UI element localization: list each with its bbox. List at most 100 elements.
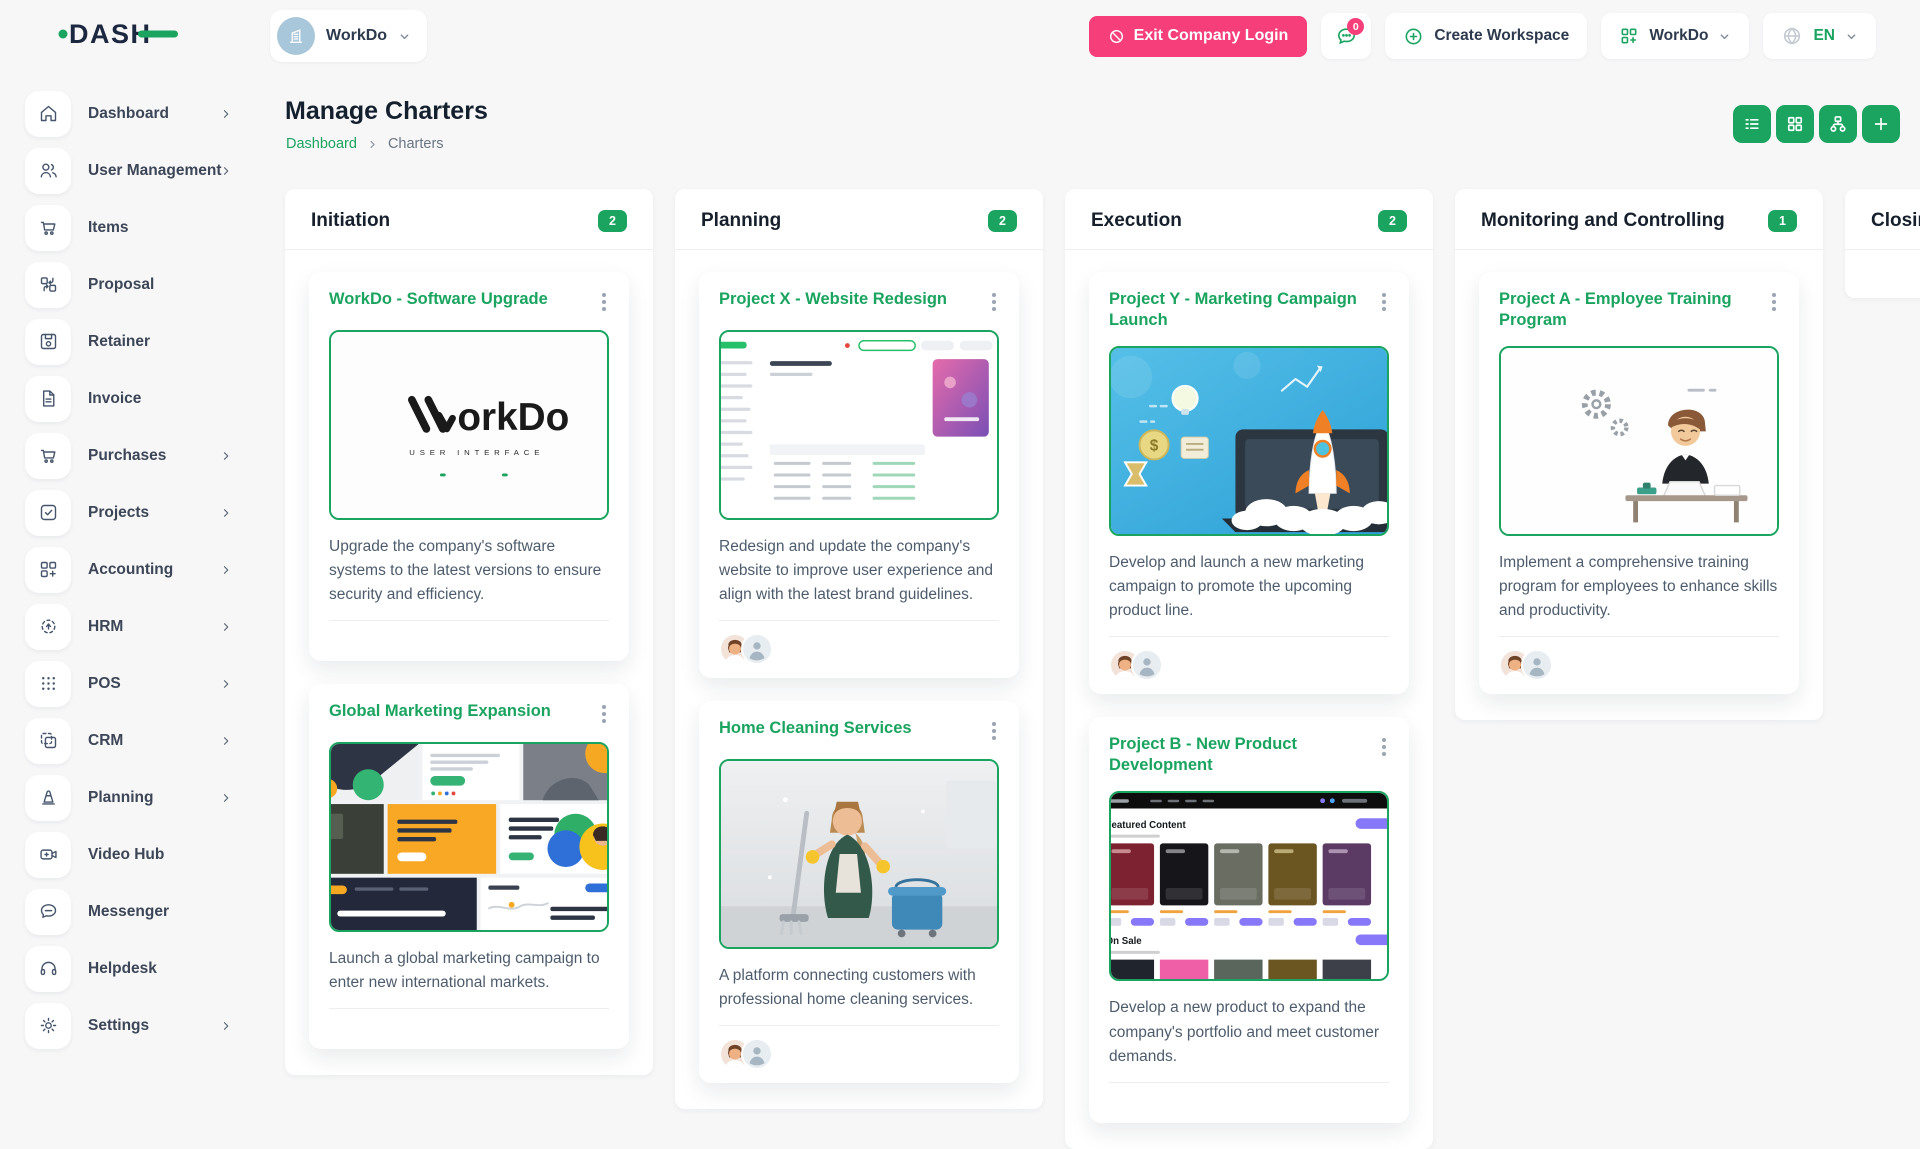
charter-title[interactable]: Project X - Website Redesign	[719, 289, 957, 310]
charter-title[interactable]: Home Cleaning Services	[719, 718, 922, 739]
chevron-right-icon	[220, 507, 232, 519]
company-selector[interactable]: WorkDo	[270, 10, 427, 62]
language-selector[interactable]: EN	[1763, 13, 1876, 59]
avatar-placeholder	[741, 1038, 773, 1070]
charter-card[interactable]: Project A - Employee Training Program Im…	[1479, 272, 1799, 694]
assignee-avatars	[1499, 648, 1779, 681]
divider	[719, 1025, 999, 1026]
sidebar-item-video-hub[interactable]: Video Hub	[0, 826, 270, 883]
column-count-badge: 1	[1768, 210, 1797, 232]
cart-icon	[25, 205, 71, 251]
svg-text:$: $	[1150, 438, 1159, 455]
card-menu-button[interactable]	[1379, 289, 1389, 315]
sidebar-item-invoice[interactable]: Invoice	[0, 370, 270, 427]
charter-image	[719, 759, 999, 949]
card-menu-button[interactable]	[599, 289, 609, 315]
card-footer-spacer	[329, 621, 609, 648]
charter-title[interactable]: Global Marketing Expansion	[329, 701, 561, 722]
exit-company-login-button[interactable]: Exit Company Login	[1089, 16, 1308, 57]
charter-image: $	[1109, 346, 1389, 536]
divider	[1499, 636, 1779, 637]
language-code: EN	[1813, 27, 1835, 45]
card-menu-button[interactable]	[1769, 289, 1779, 315]
charter-title[interactable]: Project B - New Product Development	[1109, 734, 1379, 776]
charter-description: Implement a comprehensive training progr…	[1499, 551, 1779, 623]
list-view-button[interactable]	[1733, 105, 1771, 143]
sidebar-item-messenger[interactable]: Messenger	[0, 883, 270, 940]
sidebar-item-proposal[interactable]: Proposal	[0, 256, 270, 313]
sidebar-item-retainer[interactable]: Retainer	[0, 313, 270, 370]
sidebar-item-user-management[interactable]: User Management	[0, 142, 270, 199]
charter-card[interactable]: Home Cleaning Services A platform connec…	[699, 701, 1019, 1083]
home-icon	[25, 91, 71, 137]
sidebar-item-label: Proposal	[88, 276, 154, 294]
hierarchy-view-button[interactable]	[1819, 105, 1857, 143]
sidebar-item-items[interactable]: Items	[0, 199, 270, 256]
charter-card[interactable]: Project Y - Marketing Campaign Launch $ …	[1089, 272, 1409, 694]
charter-card[interactable]: Project X - Website Redesign Redesign an…	[699, 272, 1019, 678]
column-count-badge: 2	[1378, 210, 1407, 232]
view-toolbar	[1733, 105, 1900, 143]
breadcrumb-current: Charters	[388, 136, 444, 152]
workspace-menu-button[interactable]: WorkDo	[1601, 13, 1749, 59]
messages-button[interactable]: 0	[1321, 13, 1371, 59]
card-menu-button[interactable]	[989, 718, 999, 744]
charter-card[interactable]: Project B - New Product Development Feat…	[1089, 717, 1409, 1122]
board-column-closing: Closing	[1845, 189, 1920, 298]
charter-image	[1499, 346, 1779, 536]
charter-card[interactable]: Global Marketing Expansion	[309, 684, 629, 1049]
sidebar-item-planning[interactable]: Planning	[0, 769, 270, 826]
grid-plus-icon	[25, 547, 71, 593]
charter-title[interactable]: Project A - Employee Training Program	[1499, 289, 1769, 331]
avatar-placeholder	[1131, 649, 1163, 681]
sidebar-item-label: Messenger	[88, 903, 169, 921]
column-count-badge: 2	[988, 210, 1017, 232]
sidebar-item-label: Items	[88, 219, 129, 237]
charter-description: Redesign and update the company's websit…	[719, 535, 999, 607]
sidebar-item-settings[interactable]: Settings	[0, 997, 270, 1054]
sidebar-item-label: Video Hub	[88, 846, 164, 864]
add-button[interactable]	[1862, 105, 1900, 143]
charter-title[interactable]: Project Y - Marketing Campaign Launch	[1109, 289, 1379, 331]
column-count-badge: 2	[598, 210, 627, 232]
chevron-right-icon	[367, 139, 378, 150]
grid-plus-icon	[1619, 26, 1639, 46]
assignee-avatars	[719, 632, 999, 665]
grid-view-button[interactable]	[1776, 105, 1814, 143]
column-title: Initiation	[311, 210, 390, 232]
sidebar-item-label: Dashboard	[88, 105, 169, 123]
sidebar-item-projects[interactable]: Projects	[0, 484, 270, 541]
sidebar-item-label: POS	[88, 675, 121, 693]
card-menu-button[interactable]	[1379, 734, 1389, 760]
sidebar-item-purchases[interactable]: Purchases	[0, 427, 270, 484]
grid-view-icon	[1785, 114, 1805, 134]
chevron-right-icon	[220, 792, 232, 804]
breadcrumb-dashboard-link[interactable]: Dashboard	[286, 136, 357, 152]
gear-icon	[25, 1003, 71, 1049]
sidebar-item-dashboard[interactable]: Dashboard	[0, 85, 270, 142]
charter-title[interactable]: WorkDo - Software Upgrade	[329, 289, 558, 310]
breadcrumb: Dashboard Charters	[286, 136, 1920, 152]
sidebar-item-hrm[interactable]: HRM	[0, 598, 270, 655]
charter-image	[329, 742, 609, 932]
target-dashed-icon	[25, 604, 71, 650]
chevron-down-icon	[398, 30, 411, 43]
sidebar-item-pos[interactable]: POS	[0, 655, 270, 712]
chevron-down-icon	[1718, 30, 1731, 43]
sidebar-item-crm[interactable]: CRM	[0, 712, 270, 769]
column-title: Closing	[1871, 210, 1920, 232]
card-menu-button[interactable]	[599, 701, 609, 727]
list-view-icon	[1742, 114, 1762, 134]
sidebar-item-label: CRM	[88, 732, 123, 750]
sidebar-item-label: Purchases	[88, 447, 166, 465]
sidebar-item-accounting[interactable]: Accounting	[0, 541, 270, 598]
sidebar-item-label: Accounting	[88, 561, 173, 579]
charter-card[interactable]: WorkDo - Software Upgrade orkDo USER INT…	[309, 272, 629, 661]
video-camera-icon	[25, 832, 71, 878]
card-menu-button[interactable]	[989, 289, 999, 315]
sidebar-item-helpdesk[interactable]: Helpdesk	[0, 940, 270, 997]
company-avatar-icon	[277, 17, 315, 55]
sidebar-item-label: Invoice	[88, 390, 141, 408]
divider	[719, 620, 999, 621]
create-workspace-button[interactable]: Create Workspace	[1385, 13, 1587, 59]
